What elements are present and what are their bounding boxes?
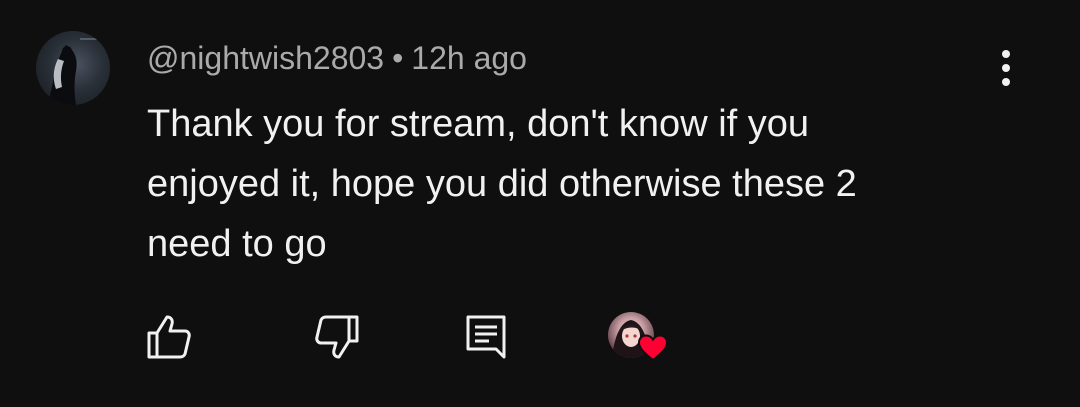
comment-line: Thank you for stream, don't know if you (147, 103, 810, 145)
thumbs-up-icon (147, 315, 191, 359)
separator-dot: • (392, 40, 404, 76)
thumbs-down-icon (315, 315, 359, 359)
comment-header: @nightwish2803 • 12h ago (147, 38, 527, 78)
avatar[interactable] (36, 31, 110, 105)
comment-text: Thank you for stream, don't know if you … (147, 94, 947, 274)
reply-button[interactable] (462, 313, 510, 361)
dislike-button[interactable] (313, 313, 361, 361)
more-vertical-icon[interactable] (992, 46, 1024, 90)
like-button[interactable] (145, 313, 193, 361)
timestamp: 12h ago (411, 40, 527, 76)
comment-line: need to go (147, 223, 327, 265)
username[interactable]: @nightwish2803 (147, 40, 384, 76)
reply-comment-icon (466, 315, 506, 359)
comment-line: enjoyed it, hope you did otherwise these… (147, 163, 857, 205)
comment-card: @nightwish2803 • 12h ago Thank you for str… (0, 0, 1080, 407)
heart-icon (638, 334, 668, 362)
creator-heart-badge (608, 312, 670, 368)
